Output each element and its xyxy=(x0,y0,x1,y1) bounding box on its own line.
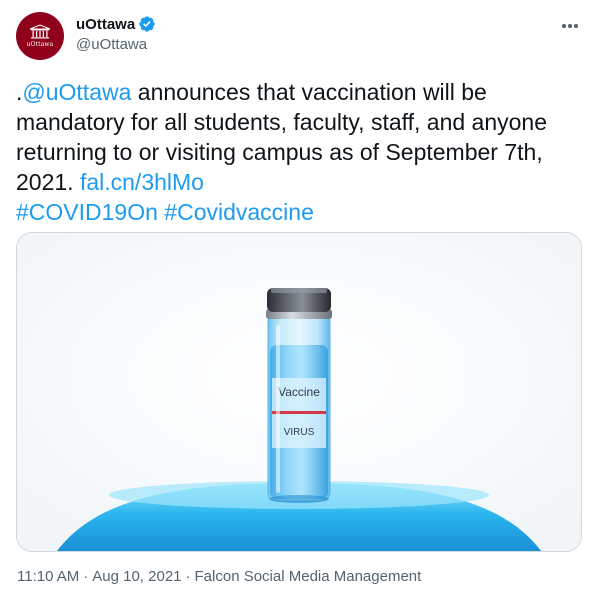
tweet-media-image[interactable]: Vaccine VIRUS xyxy=(16,232,582,552)
vial-label-top: Vaccine xyxy=(278,385,320,399)
hashtag-link[interactable]: #Covidvaccine xyxy=(164,199,314,225)
tweet-time[interactable]: 11:10 AM xyxy=(17,568,79,585)
name-row: uOttawa xyxy=(76,14,156,34)
tweet-date[interactable]: Aug 10, 2021 xyxy=(92,568,181,585)
meta-separator-2: · xyxy=(185,568,191,585)
user-handle[interactable]: @uOttawa xyxy=(76,36,156,53)
avatar-text: uOttawa xyxy=(26,41,54,48)
tweet-meta: 11:10 AM · Aug 10, 2021 · Falcon Social Medi… xyxy=(17,568,421,585)
author-block: uOttawa @uOttawa xyxy=(76,14,156,53)
university-crest-icon xyxy=(29,24,51,39)
hashtag-link[interactable]: #COVID19On xyxy=(16,199,158,225)
avatar[interactable]: uOttawa xyxy=(16,12,64,60)
more-options-icon[interactable] xyxy=(558,16,582,36)
vial-label-bottom: VIRUS xyxy=(284,427,315,438)
tweet-source[interactable]: Falcon Social Media Management xyxy=(195,568,422,585)
vaccine-vial-image: Vaccine VIRUS xyxy=(17,233,581,551)
display-name[interactable]: uOttawa xyxy=(76,16,135,33)
url-link[interactable]: fal.cn/3hlMo xyxy=(80,169,204,195)
verified-badge-icon xyxy=(139,16,155,32)
meta-separator: · xyxy=(83,568,89,585)
tweet-text: .@uOttawa announces that vaccination wil… xyxy=(16,77,586,227)
mention-link[interactable]: @uOttawa xyxy=(22,79,131,105)
tweet-card: uOttawa uOttawa @uOttawa .@uOttawa annou… xyxy=(0,0,598,600)
